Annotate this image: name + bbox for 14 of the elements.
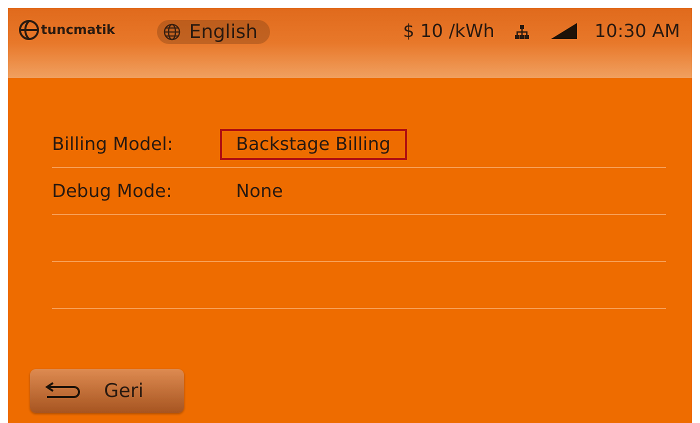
setting-value[interactable]: Backstage Billing (220, 128, 407, 160)
return-arrow-icon (44, 382, 82, 400)
back-button[interactable]: Geri (30, 369, 184, 413)
setting-label: Debug Mode: (52, 180, 174, 202)
setting-label: Billing Model: (52, 134, 174, 154)
globe-icon (163, 23, 182, 41)
setting-value[interactable]: None (220, 176, 299, 206)
globe-logo-icon (18, 19, 40, 41)
signal-icon (550, 23, 577, 39)
network-icon (514, 25, 529, 39)
brand-logo-text: tuncmatik (41, 22, 116, 38)
clock-text: 10:30 AM (594, 21, 680, 42)
language-button[interactable]: English (157, 20, 270, 44)
price-text: $ 10 /kWh (403, 21, 495, 42)
